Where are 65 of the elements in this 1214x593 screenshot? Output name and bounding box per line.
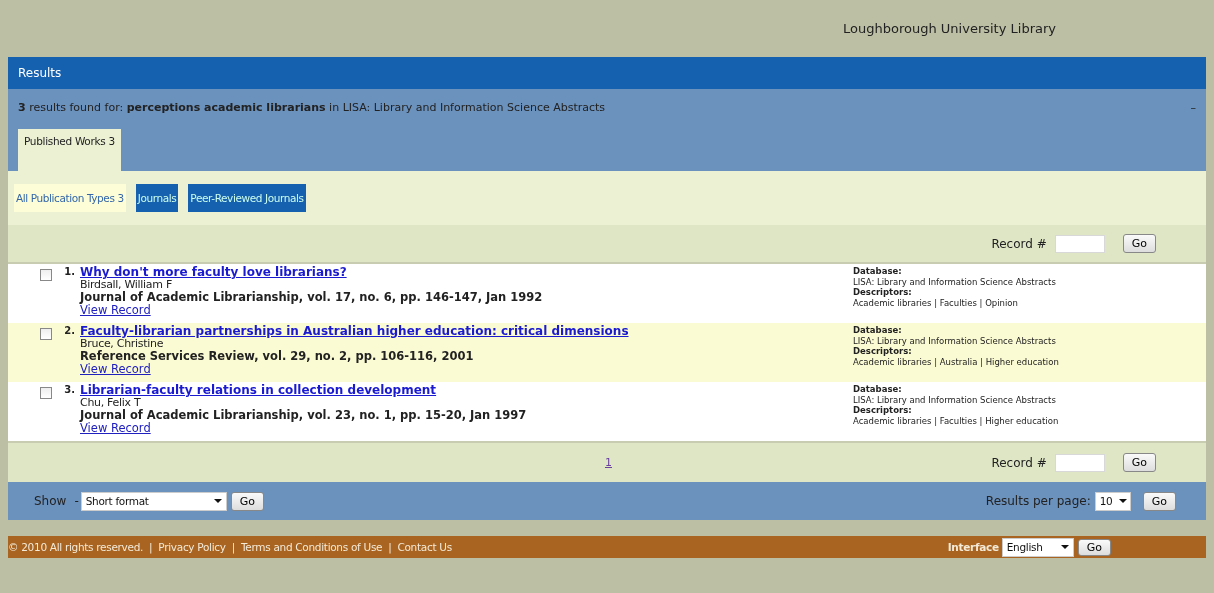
interface-label: Interface (947, 541, 999, 553)
go-button[interactable]: Go (1122, 453, 1156, 472)
database-name: LISA: Library and Information Science Abstracts (853, 276, 1056, 287)
result-source: Reference Services Review, vol. 29, no. 2, pp. 106-116, 2001 (80, 350, 475, 363)
view-record-link[interactable]: View Record (80, 303, 151, 316)
result-number: 3. (63, 384, 76, 397)
page-link[interactable]: 1 (605, 456, 612, 469)
dash-text: - (74, 494, 79, 508)
checkbox[interactable] (40, 269, 52, 281)
descriptors-text: Academic libraries | Australia | Higher education (853, 356, 1059, 367)
publication-type-filter[interactable]: Peer-Reviewed Journals (188, 184, 306, 212)
descriptors-label: Descriptors: (853, 287, 913, 298)
record-label: Record # (991, 455, 1047, 470)
result-source: Journal of Academic Librarianship, vol. 23, no. 1, pp. 15-20, Jan 1997 (80, 409, 528, 422)
view-record-link[interactable]: View Record (80, 362, 151, 375)
separator-text: | (388, 541, 392, 553)
result-title-link[interactable]: Why don't more faculty love librarians? (80, 266, 817, 279)
result-author: Bruce, Christine (80, 337, 164, 350)
collapse-toggle[interactable]: – (1190, 101, 1196, 114)
footer-link[interactable]: Terms and Conditions of Use (240, 541, 383, 553)
go-button[interactable]: Go (1122, 234, 1156, 253)
result-number: 2. (63, 325, 76, 338)
result-author: Birdsall, William F (80, 278, 173, 291)
descriptors-text: Academic libraries | Faculties | Higher education (853, 415, 1059, 426)
descriptors-text: Academic libraries | Faculties | Opinion (853, 297, 1019, 308)
database-label: Database: (853, 325, 903, 336)
footer-link[interactable]: Contact Us (397, 541, 452, 553)
view-record-link[interactable]: View Record (80, 421, 151, 434)
database-name: LISA: Library and Information Science Abstracts (853, 335, 1057, 346)
database-label: Database: (853, 384, 903, 395)
language-dropdown[interactable]: English (1001, 537, 1074, 557)
results-summary: 3 results found for: perceptions academic librarians in LISA: Library and Information Science Abstracts (18, 101, 606, 114)
go-button[interactable]: Go (1077, 538, 1111, 556)
per-page-label: Results per page: (985, 494, 1091, 508)
database-label: Database: (853, 266, 903, 277)
caret-icon (213, 499, 222, 503)
show-label: Show (34, 494, 67, 508)
record-field[interactable] (1054, 453, 1105, 472)
result-title-link[interactable]: Librarian-faculty relations in collection development (80, 384, 817, 397)
record-field[interactable] (1054, 234, 1105, 253)
result-source: Journal of Academic Librarianship, vol. 17, no. 6, pp. 146-147, Jan 1992 (80, 291, 544, 304)
publication-type-filter[interactable]: All Publication Types 3 (14, 184, 126, 212)
result-title-link[interactable]: Faculty-librarian partnerships in Australian higher education: critical dimensions (80, 325, 817, 338)
record-label: Record # (991, 236, 1047, 251)
database-name: LISA: Library and Information Science Abstracts (853, 394, 1057, 405)
descriptors-label: Descriptors: (853, 346, 913, 357)
separator-text: | (149, 541, 153, 553)
go-button[interactable]: Go (230, 491, 264, 511)
result-author: Chu, Felix T (80, 396, 141, 409)
results-tab[interactable]: Published Works 3 (18, 129, 121, 171)
publication-type-filter[interactable]: Journals (135, 184, 179, 212)
checkbox[interactable] (40, 328, 52, 340)
caret-icon (1060, 545, 1069, 549)
library-title: Loughborough University Library (843, 21, 1056, 36)
per-page-dropdown[interactable]: 10 (1094, 491, 1131, 511)
copyright-text: © 2010 All rights reserved. (8, 541, 144, 553)
results-bar: Results (8, 57, 1206, 89)
format-dropdown[interactable]: Short format (80, 491, 227, 511)
result-number: 1. (63, 266, 76, 279)
go-button[interactable]: Go (1142, 491, 1176, 511)
descriptors-label: Descriptors: (853, 405, 913, 416)
checkbox[interactable] (40, 387, 52, 399)
caret-icon (1118, 499, 1127, 503)
footer-link[interactable]: Privacy Policy (158, 541, 226, 553)
separator-text: | (231, 541, 235, 553)
